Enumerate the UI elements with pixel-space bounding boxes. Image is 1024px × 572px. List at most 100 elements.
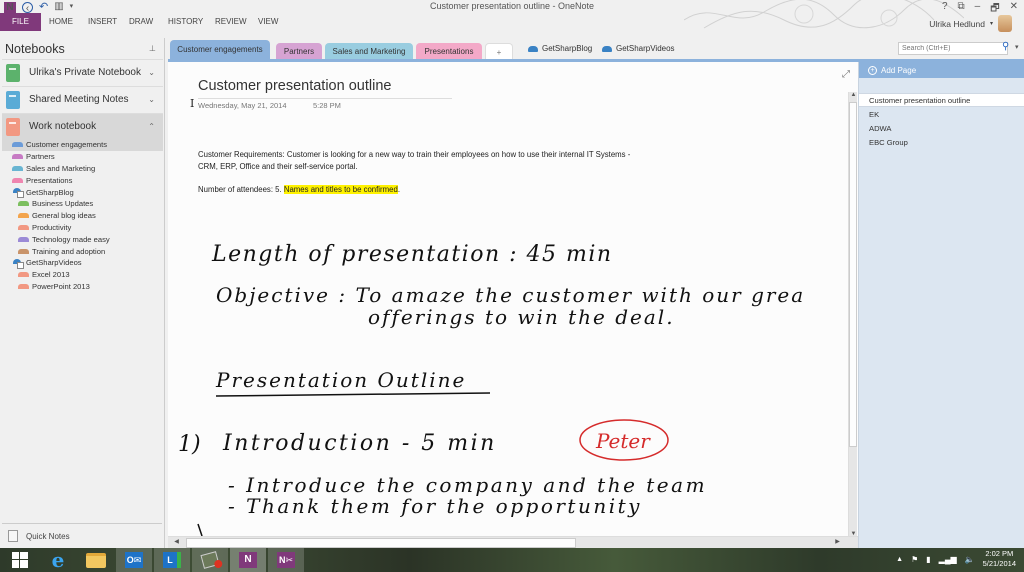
outlook-icon: O✉	[125, 552, 143, 568]
ink-outline-heading: Presentation Outline	[215, 368, 466, 392]
section-tab-icon	[12, 177, 23, 183]
vertical-scrollbar[interactable]: ▲ ▼	[848, 92, 857, 537]
tab-review[interactable]: REVIEW	[215, 13, 247, 31]
tab-draw[interactable]: DRAW	[129, 13, 153, 31]
section-tab-icon	[18, 201, 29, 207]
notebook-navigation-pane: Notebooks ⊥ Ulrika's Private Notebook ⌄ …	[0, 38, 165, 548]
section-group-icon	[13, 258, 24, 269]
section-group-item[interactable]: GetSharpVideos	[2, 257, 163, 269]
section-tab-icon	[18, 272, 29, 278]
page-item-customer-presentation-outline[interactable]: Customer presentation outline	[859, 93, 1024, 107]
user-name: Ulrika Hedlund	[929, 18, 985, 29]
section-label: Sales and Marketing	[26, 163, 96, 173]
section-item[interactable]: Training and adoption	[2, 245, 163, 257]
section-tab-icon	[12, 154, 23, 160]
onenote-window: N ‹ ↶ ▥ ▾ Customer presentation outline …	[0, 0, 1024, 548]
page-item-ebc-group[interactable]: EBC Group	[859, 136, 1024, 150]
action-center-flag-icon[interactable]: ⚑	[911, 555, 918, 564]
notebook-shared-meeting-notes[interactable]: Shared Meeting Notes ⌄	[2, 86, 163, 112]
section-group-getsharpblog[interactable]: GetSharpBlog	[528, 44, 592, 53]
ink-stroke	[197, 523, 203, 536]
search-scope-dropdown[interactable]: ▾	[1015, 43, 1019, 51]
notebooks-heading: Notebooks	[5, 42, 65, 56]
section-item[interactable]: Presentations	[2, 174, 163, 186]
taskbar-lync[interactable]: L	[154, 548, 190, 572]
section-item[interactable]: Excel 2013	[2, 269, 163, 281]
scroll-left-icon[interactable]: ◀	[172, 538, 181, 545]
section-label: Technology made easy	[32, 234, 110, 244]
scroll-up-icon[interactable]: ▲	[849, 92, 858, 98]
horizontal-scroll-thumb[interactable]	[186, 538, 576, 548]
chevron-down-icon[interactable]: ⌄	[148, 68, 155, 77]
clock[interactable]: 2:02 PM 5/21/2014	[983, 549, 1016, 569]
page-canvas[interactable]: Customer presentation outline Wednesday,…	[168, 62, 858, 548]
section-group-label: GetSharpVideos	[616, 44, 675, 53]
taskbar-internet-explorer[interactable]: e	[40, 548, 76, 572]
search-icon[interactable]: ⚲	[1002, 41, 1009, 52]
taskbar-outlook[interactable]: O✉	[116, 548, 152, 572]
taskbar-remote-desktop[interactable]	[192, 548, 228, 572]
section-tab-sales-marketing[interactable]: Sales and Marketing	[325, 43, 413, 60]
section-tab-customer-engagements[interactable]: Customer engagements	[170, 40, 270, 60]
tab-home[interactable]: HOME	[49, 13, 73, 31]
taskbar-onenote[interactable]: N	[230, 548, 266, 572]
section-item[interactable]: Partners	[2, 151, 163, 163]
start-button[interactable]	[2, 548, 38, 572]
taskbar-file-explorer[interactable]	[78, 548, 114, 572]
ink-layer[interactable]: Length of presentation : 45 min Objectiv…	[168, 62, 848, 536]
section-tab-icon	[18, 224, 29, 230]
windows-taskbar: e O✉ L N N✂ ▲ ⚑ ▮ ▂▄▆ 🔈 2:02 PM 5/21/201…	[0, 548, 1024, 572]
search-input[interactable]	[898, 42, 1008, 55]
section-item[interactable]: Business Updates	[2, 198, 163, 210]
scroll-right-icon[interactable]: ▶	[833, 538, 842, 545]
network-signal-icon[interactable]: ▂▄▆	[939, 555, 957, 564]
quick-notes-icon	[8, 530, 18, 542]
chevron-down-icon[interactable]: ⌄	[148, 95, 155, 104]
section-item[interactable]: General blog ideas	[2, 210, 163, 222]
battery-icon[interactable]: ▮	[926, 555, 930, 564]
section-tab-icon	[18, 283, 29, 289]
onenote-icon: N	[239, 552, 257, 568]
section-group-label: GetSharpBlog	[542, 44, 593, 53]
horizontal-scrollbar[interactable]: ◀ ▶	[168, 536, 858, 548]
quick-notes[interactable]: Quick Notes	[8, 530, 70, 542]
section-group-item[interactable]: GetSharpBlog	[2, 186, 163, 199]
tab-history[interactable]: HISTORY	[168, 13, 203, 31]
section-label: Training and adoption	[32, 246, 106, 256]
show-hidden-icons[interactable]: ▲	[896, 556, 903, 563]
add-page-label: Add Page	[881, 65, 917, 75]
section-tab-icon	[12, 165, 23, 171]
notebook-label: Ulrika's Private Notebook	[29, 67, 141, 78]
section-group-getsharpvideos[interactable]: GetSharpVideos	[602, 44, 675, 53]
remote-desktop-icon	[200, 551, 224, 569]
text-cursor-icon: I	[190, 97, 194, 110]
add-section-button[interactable]: +	[485, 43, 513, 60]
tab-insert[interactable]: INSERT	[88, 13, 117, 31]
page-item-adwa[interactable]: ADWA	[859, 122, 1024, 136]
section-item[interactable]: Productivity	[2, 222, 163, 234]
section-item[interactable]: Sales and Marketing	[2, 163, 163, 175]
section-item[interactable]: Technology made easy	[2, 233, 163, 245]
section-tab-partners[interactable]: Partners	[276, 43, 322, 60]
windows-logo-icon	[12, 552, 28, 568]
section-item[interactable]: PowerPoint 2013	[2, 281, 163, 293]
notebook-icon	[6, 63, 20, 82]
add-page-button[interactable]: + Add Page	[859, 62, 1024, 78]
user-account[interactable]: Ulrika Hedlund ▾	[929, 15, 1012, 32]
chevron-up-icon[interactable]: ⌃	[148, 122, 155, 131]
pin-icon[interactable]: ⊥	[149, 44, 156, 53]
volume-icon[interactable]: 🔈	[965, 555, 975, 564]
ink-introduction-item: Introduction - 5 min	[222, 431, 497, 456]
taskbar-onenote-clipping[interactable]: N✂	[268, 548, 304, 572]
vertical-scroll-thumb[interactable]	[849, 102, 857, 447]
section-tab-icon	[18, 248, 29, 254]
tab-file[interactable]: FILE	[0, 13, 41, 31]
notebook-work[interactable]: Work notebook ⌃	[2, 113, 163, 139]
section-label: Business Updates	[32, 199, 94, 209]
clock-date: 5/21/2014	[982, 559, 1016, 568]
section-tab-presentations[interactable]: Presentations	[416, 43, 482, 60]
tab-view[interactable]: VIEW	[258, 13, 278, 31]
section-item[interactable]: Customer engagements	[2, 139, 163, 151]
page-item-ek[interactable]: EK	[859, 108, 1024, 122]
notebook-private[interactable]: Ulrika's Private Notebook ⌄	[2, 59, 163, 85]
